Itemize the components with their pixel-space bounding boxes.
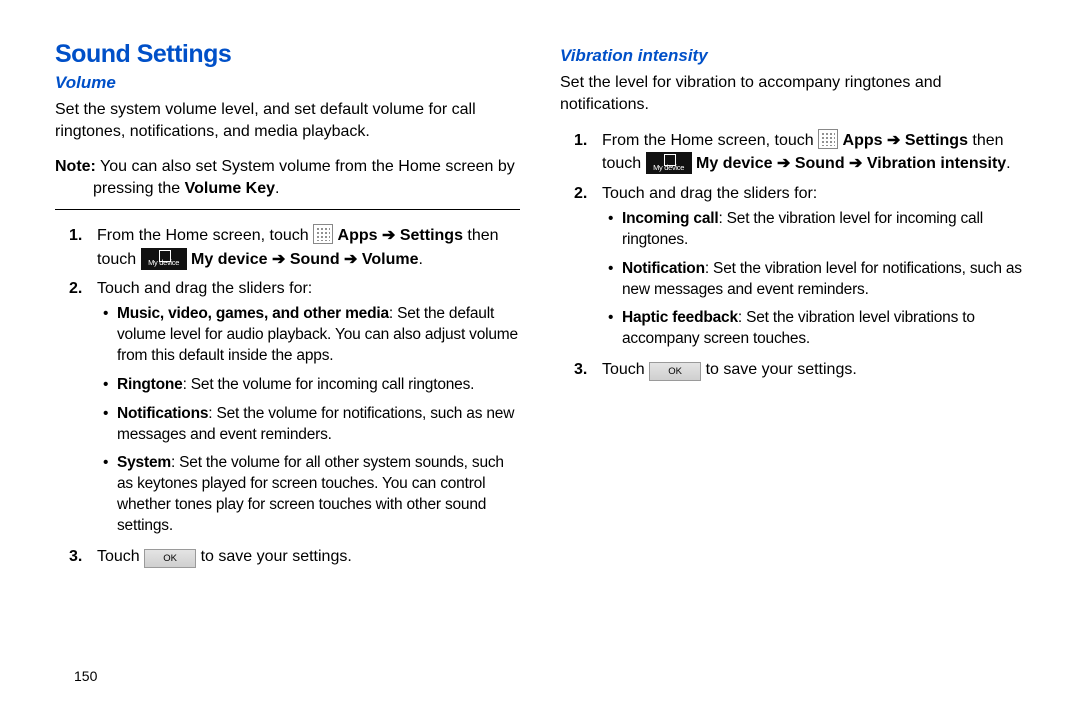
bullet-notifications: Notifications: Set the volume for notifi… xyxy=(117,404,520,446)
vib-step3-text-a: Touch xyxy=(602,361,649,378)
step3-text-c: to save your settings. xyxy=(201,548,352,565)
ok-button-icon: OK xyxy=(144,549,196,568)
bullet-notification: Notification: Set the vibration level fo… xyxy=(622,259,1025,301)
page-title: Sound Settings xyxy=(55,40,520,69)
bullet-haptic: Haptic feedback: Set the vibration level… xyxy=(622,308,1025,350)
bullet-ringtone-label: Ringtone xyxy=(117,376,183,393)
bullet-ringtone: Ringtone: Set the volume for incoming ca… xyxy=(117,375,520,396)
bullet-notification-label: Notification xyxy=(622,260,705,277)
step-3: Touch OK to save your settings. xyxy=(97,545,520,568)
apps-icon xyxy=(818,129,838,149)
step-2: Touch and drag the sliders for: Music, v… xyxy=(97,277,520,537)
step1-bold-d: My device ➔ Sound ➔ Volume xyxy=(191,251,418,268)
note-paragraph: Note: You can also set System volume fro… xyxy=(55,156,520,199)
bullet-incoming-label: Incoming call xyxy=(622,210,718,227)
note-bold: Volume Key xyxy=(185,180,275,197)
volume-bullets: Music, video, games, and other media : Se… xyxy=(97,304,520,537)
vib-step3-text-c: to save your settings. xyxy=(706,361,857,378)
volume-intro: Set the system volume level, and set def… xyxy=(55,99,520,142)
step-1: From the Home screen, touch Apps ➔ Setti… xyxy=(97,224,520,270)
bullet-system-text: : Set the volume for all other system so… xyxy=(117,454,504,534)
step2-text: Touch and drag the sliders for: xyxy=(97,280,312,297)
vibration-steps: From the Home screen, touch Apps ➔ Setti… xyxy=(560,129,1025,381)
bullet-music-label: Music, video, games, and other media xyxy=(117,305,389,322)
vib-step2-text: Touch and drag the sliders for: xyxy=(602,185,817,202)
vib-step-2: Touch and drag the sliders for: Incoming… xyxy=(602,182,1025,351)
note-label: Note: xyxy=(55,158,96,175)
bullet-system: System: Set the volume for all other sys… xyxy=(117,453,520,537)
right-column: Vibration intensity Set the level for vi… xyxy=(560,40,1025,574)
page-number: 150 xyxy=(74,668,97,684)
vibration-bullets: Incoming call: Set the vibration level f… xyxy=(602,209,1025,351)
vibration-intro: Set the level for vibration to accompany… xyxy=(560,72,1025,115)
volume-steps: From the Home screen, touch Apps ➔ Setti… xyxy=(55,224,520,568)
step1-bold-b: Apps ➔ Settings xyxy=(338,227,463,244)
step3-text-a: Touch xyxy=(97,548,144,565)
vib-step1-bold-b: Apps ➔ Settings xyxy=(843,132,968,149)
vib-step-3: Touch OK to save your settings. xyxy=(602,358,1025,381)
bullet-notifications-label: Notifications xyxy=(117,405,208,422)
left-column: Sound Settings Volume Set the system vol… xyxy=(55,40,520,574)
note-text: You can also set System volume from the … xyxy=(93,158,515,197)
ok-button-icon: OK xyxy=(649,362,701,381)
bullet-music: Music, video, games, and other media: Se… xyxy=(117,304,520,367)
bullet-system-label: System xyxy=(117,454,171,471)
bullet-ringtone-text: : Set the volume for incoming call ringt… xyxy=(183,376,475,393)
bullet-haptic-label: Haptic feedback xyxy=(622,309,738,326)
subheading-volume: Volume xyxy=(55,73,520,93)
subheading-vibration: Vibration intensity xyxy=(560,46,1025,66)
bullet-incoming: Incoming call: Set the vibration level f… xyxy=(622,209,1025,251)
vib-step1-bold-d: My device ➔ Sound ➔ Vibration intensity xyxy=(696,155,1006,172)
vib-step1-text-a: From the Home screen, touch xyxy=(602,132,818,149)
manual-page: Sound Settings Volume Set the system vol… xyxy=(0,0,1080,594)
divider xyxy=(55,209,520,210)
apps-icon xyxy=(313,224,333,244)
my-device-icon xyxy=(141,248,187,270)
vib-step-1: From the Home screen, touch Apps ➔ Setti… xyxy=(602,129,1025,175)
my-device-icon xyxy=(646,152,692,174)
step1-text-a: From the Home screen, touch xyxy=(97,227,313,244)
